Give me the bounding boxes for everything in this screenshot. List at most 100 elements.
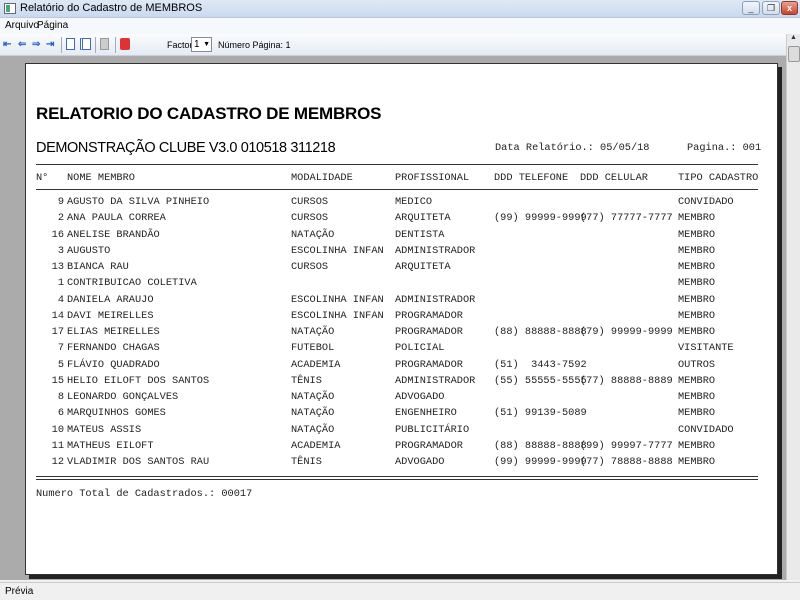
header-col-modalidade: MODALIDADE	[291, 172, 353, 184]
close-preview-icon[interactable]	[120, 38, 130, 50]
last-page-icon[interactable]: ⇥	[46, 39, 54, 51]
cell-profissional: POLICIAL	[395, 342, 445, 355]
cell-telefone: (51) 3443-7592	[494, 358, 587, 371]
cell-telefone: (51) 99139-5089	[494, 407, 587, 420]
cell-profissional: ENGENHEIRO	[395, 407, 457, 420]
divider	[36, 189, 758, 190]
header-col-number: N°	[36, 172, 49, 184]
restore-button[interactable]: ❐	[762, 1, 780, 15]
cell-telefone: (88) 88888-8888	[494, 439, 587, 452]
previous-page-icon[interactable]: ⇐	[18, 39, 26, 51]
cell-number: 2	[57, 212, 64, 225]
divider	[36, 479, 758, 480]
header-col-tipo: TIPO CADASTRO	[678, 172, 759, 184]
page-number-label: Número Página: 1	[218, 40, 291, 50]
divider	[36, 476, 758, 477]
cell-modalidade: CURSOS	[291, 261, 329, 273]
header-col-celular: DDD CELULAR	[580, 172, 648, 184]
cell-name: AUGUSTO	[67, 244, 111, 257]
close-button[interactable]: x	[781, 1, 798, 15]
cell-celular: (77) 88888-8889	[580, 374, 673, 387]
menu-arquivo[interactable]: Arquivo	[5, 20, 39, 31]
cell-profissional: PROGRAMADOR	[395, 309, 463, 322]
header-col-telefone: DDD TELEFONE	[494, 172, 569, 184]
cell-name: HELIO EILOFT DOS SANTOS	[67, 374, 210, 387]
cell-tipo: OUTROS	[678, 358, 716, 371]
separator	[61, 37, 62, 53]
separator	[115, 37, 116, 53]
first-page-icon[interactable]: ⇤	[3, 39, 11, 51]
next-page-icon[interactable]: ⇒	[32, 39, 40, 51]
cell-modalidade: ACADEMIA	[291, 439, 341, 452]
cell-tipo: MEMBRO	[678, 326, 716, 338]
cell-number: 5	[57, 358, 64, 371]
cell-number: 17	[51, 326, 64, 338]
cell-profissional: ADVOGADO	[395, 456, 445, 468]
cell-celular: (77) 78888-8888	[580, 456, 673, 468]
cell-profissional: ARQUITETA	[395, 261, 451, 273]
print-icon[interactable]	[100, 38, 109, 50]
cell-tipo: MEMBRO	[678, 212, 716, 225]
cell-tipo: MEMBRO	[678, 391, 716, 403]
cell-name: FLÁVIO QUADRADO	[67, 358, 160, 371]
cell-profissional: ADMINISTRADOR	[395, 244, 476, 257]
cell-name: ELIAS MEIRELLES	[67, 326, 160, 338]
single-page-icon[interactable]	[66, 38, 75, 50]
cell-name: MATHEUS EILOFT	[67, 439, 154, 452]
cell-telefone: (99) 99999-9999	[494, 212, 587, 225]
scrollbar-thumb[interactable]	[788, 46, 800, 62]
cell-modalidade: NATAÇÃO	[291, 423, 335, 436]
toolbar: ⇤ ⇐ ⇒ ⇥ Factor: 1 ▼ Número Página: 1	[0, 34, 800, 56]
chevron-down-icon: ▼	[203, 41, 210, 48]
cell-number: 16	[51, 228, 64, 241]
cell-number: 14	[51, 309, 64, 322]
two-page-icon[interactable]	[80, 38, 91, 50]
cell-modalidade: ESCOLINHA INFAN	[291, 293, 384, 306]
cell-celular: (79) 99999-9999	[580, 326, 673, 338]
cell-profissional: PROGRAMADOR	[395, 358, 463, 371]
minimize-button[interactable]: _	[742, 1, 760, 15]
title-bar: Relatório do Cadastro de MEMBROS _ ❐ x	[0, 0, 800, 18]
separator	[95, 37, 96, 53]
cell-name: FERNANDO CHAGAS	[67, 342, 160, 355]
status-bar: Prévia	[0, 582, 800, 600]
factor-value: 1	[194, 39, 200, 50]
cell-number: 7	[57, 342, 64, 355]
scroll-up-icon[interactable]: ▲	[790, 34, 797, 41]
cell-modalidade: NATAÇÃO	[291, 326, 335, 338]
cell-name: DAVI MEIRELLES	[67, 309, 154, 322]
cell-tipo: MEMBRO	[678, 456, 716, 468]
cell-profissional: MEDICO	[395, 196, 433, 208]
report-subtitle: DEMONSTRAÇÃO CLUBE V3.0 010518 311218	[36, 140, 336, 156]
cell-name: AGUSTO DA SILVA PINHEIO	[67, 196, 210, 208]
cell-name: CONTRIBUICAO COLETIVA	[67, 277, 197, 290]
cell-tipo: MEMBRO	[678, 277, 716, 290]
cell-name: MARQUINHOS GOMES	[67, 407, 166, 420]
cell-number: 6	[57, 407, 64, 420]
cell-profissional: ADMINISTRADOR	[395, 293, 476, 306]
cell-name: DANIELA ARAUJO	[67, 293, 154, 306]
cell-modalidade: ESCOLINHA INFAN	[291, 244, 384, 257]
cell-profissional: ADMINISTRADOR	[395, 374, 476, 387]
cell-number: 15	[51, 374, 64, 387]
status-text: Prévia	[5, 586, 34, 597]
menu-pagina[interactable]: Página	[37, 20, 68, 31]
cell-profissional: DENTISTA	[395, 228, 445, 241]
cell-telefone: (99) 99999-9999	[494, 456, 587, 468]
cell-modalidade: TÊNIS	[291, 456, 322, 468]
cell-number: 11	[51, 439, 64, 452]
vertical-scrollbar[interactable]: ▲	[786, 34, 800, 580]
cell-name: BIANCA RAU	[67, 261, 129, 273]
cell-profissional: ARQUITETA	[395, 212, 451, 225]
cell-tipo: MEMBRO	[678, 407, 716, 420]
cell-number: 8	[57, 391, 64, 403]
cell-name: ANA PAULA CORREA	[67, 212, 166, 225]
cell-tipo: MEMBRO	[678, 309, 716, 322]
cell-number: 9	[57, 196, 64, 208]
factor-select[interactable]: 1 ▼	[191, 37, 212, 52]
divider	[36, 164, 758, 165]
cell-modalidade: CURSOS	[291, 196, 329, 208]
cell-name: MATEUS ASSIS	[67, 423, 142, 436]
report-title: RELATORIO DO CADASTRO DE MEMBROS	[36, 104, 382, 123]
cell-modalidade: ESCOLINHA INFAN	[291, 309, 384, 322]
